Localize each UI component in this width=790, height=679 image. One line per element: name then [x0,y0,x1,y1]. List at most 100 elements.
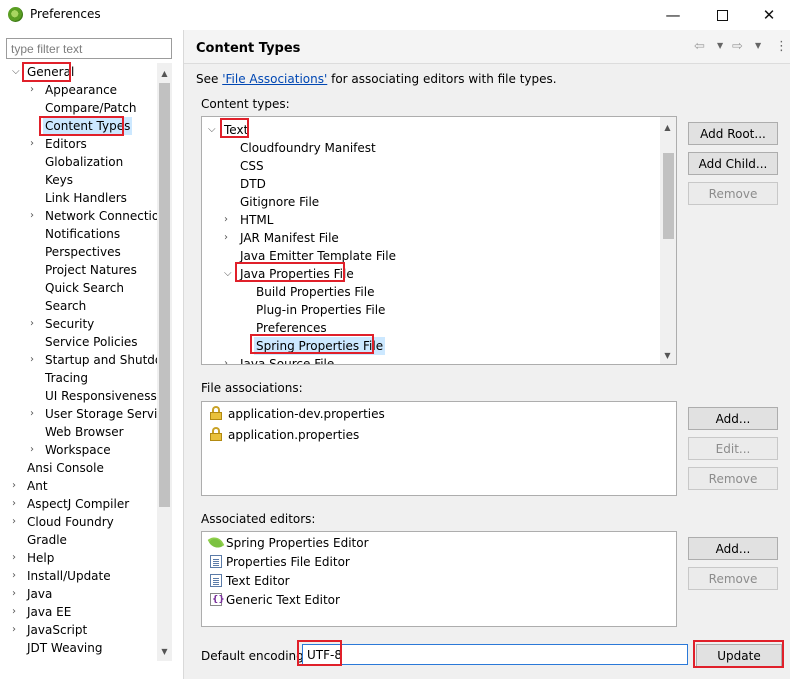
tree-item-label: UI Responsiveness Monitoring [45,389,157,403]
forward-dropdown-icon[interactable]: ▼ [755,41,761,50]
chevron-right-icon[interactable]: › [12,495,16,513]
chevron-right-icon[interactable]: › [12,513,16,531]
filter-input[interactable] [6,38,172,59]
chevron-right-icon[interactable]: › [30,405,34,423]
tree-item-label: Keys [45,173,74,187]
scroll-down-icon[interactable]: ▼ [660,347,675,363]
tree-item-label: Install/Update [27,569,111,583]
page-header: Content Types ⇦ ▼ ⇨ ▼ ⋮ [184,30,790,64]
chevron-right-icon[interactable]: › [30,315,34,333]
remove-file-association-button[interactable]: Remove [688,467,778,490]
editor-item[interactable]: Spring Properties Editor [207,533,369,553]
content-type-label: Gitignore File [240,195,320,209]
generic-editor-icon [210,591,225,610]
chevron-right-icon[interactable]: › [12,621,16,639]
file-associations-list[interactable]: application-dev.properties application.pr… [201,401,677,496]
chevron-down-icon[interactable]: ⌵ [224,265,232,283]
tree-item-label: Workspace [45,443,111,457]
chevron-right-icon[interactable]: › [30,207,34,225]
content-types-scrollbar[interactable]: ▲ ▼ [660,117,676,364]
content-type-label: DTD [240,177,266,191]
file-associations-link[interactable]: 'File Associations' [222,72,327,86]
tree-item-label: Compare/Patch [45,101,137,115]
update-button[interactable]: Update [696,644,782,667]
chevron-right-icon[interactable]: › [224,355,228,364]
tree-item-label: Java [27,587,53,601]
content-type-label: Cloudfoundry Manifest [240,141,376,155]
file-association-item[interactable]: application.properties [210,425,359,445]
chevron-right-icon[interactable]: › [30,441,34,459]
chevron-right-icon[interactable]: › [224,229,228,247]
edit-file-association-button[interactable]: Edit... [688,437,778,460]
scroll-down-icon[interactable]: ▼ [157,643,172,659]
default-encoding-input[interactable] [302,644,688,665]
tree-item-label: Content Types [43,117,133,135]
chevron-right-icon[interactable]: › [12,603,16,621]
scrollbar-thumb[interactable] [663,153,674,239]
content-type-label: Spring Properties File [254,337,386,355]
file-associations-hint: See 'File Associations' for associating … [196,72,557,86]
tree-item-label: Search [45,299,87,313]
tree-item-label: Security [45,317,95,331]
tree-item-label: Tracing [45,371,89,385]
tree-item-label: Help [27,551,55,565]
content-type-label: Java Emitter Template File [240,249,396,263]
content-type-label: HTML [240,213,274,227]
tree-item-label: Project Natures [45,263,137,277]
hint-prefix: See [196,72,223,86]
chevron-right-icon[interactable]: › [12,477,16,495]
chevron-right-icon[interactable]: › [30,135,34,153]
chevron-right-icon[interactable]: › [12,567,16,585]
scroll-up-icon[interactable]: ▲ [157,65,172,81]
back-dropdown-icon[interactable]: ▼ [717,41,723,50]
tree-item-label: Appearance [45,83,118,97]
file-association-label: application-dev.properties [228,407,385,421]
tree-item-label: General [27,65,75,79]
close-button[interactable]: ✕ [746,0,790,30]
chevron-down-icon[interactable]: ⌵ [208,121,216,139]
chevron-right-icon[interactable]: › [12,585,16,603]
content-types-tree[interactable]: › Java Source File Spring Properties File P… [201,116,677,365]
add-child-button[interactable]: Add Child... [688,152,778,175]
page-title: Content Types [196,41,301,56]
back-arrow-icon[interactable]: ⇦ [694,39,705,54]
tree-item-label: User Storage Service [45,407,157,421]
editor-item[interactable]: Generic Text Editor [210,591,340,610]
add-editor-button[interactable]: Add... [688,537,778,560]
tree-item-label: Ant [27,479,48,493]
remove-content-type-button[interactable]: Remove [688,182,778,205]
preferences-navigation: ⌵ General › Appearance Compare/Patch Content … [0,30,180,679]
minimize-button[interactable]: — [650,0,696,30]
tree-item-label: Java EE [27,605,72,619]
tree-item-label: Editors [45,137,87,151]
remove-editor-button[interactable]: Remove [688,567,778,590]
scroll-up-icon[interactable]: ▲ [660,119,675,135]
tree-scrollbar[interactable]: ▲ ▼ [157,63,172,661]
content-type-label: Text [224,123,249,137]
tree-item-label: Network Connections [45,209,157,223]
tree-item-label: Cloud Foundry [27,515,114,529]
chevron-right-icon[interactable]: › [12,549,16,567]
add-file-association-button[interactable]: Add... [688,407,778,430]
chevron-right-icon[interactable]: › [30,81,34,99]
associated-editors-label: Associated editors: [201,512,316,526]
editor-label: Properties File Editor [226,555,350,569]
editor-item[interactable]: Text Editor [210,572,290,591]
associated-editors-list[interactable]: Spring Properties Editor Properties File … [201,531,677,627]
maximize-button[interactable] [699,0,745,30]
content-types-page: Content Types ⇦ ▼ ⇨ ▼ ⋮ See 'File Associ… [183,30,790,679]
tree-item-label: Web Browser [45,425,124,439]
view-menu-icon[interactable]: ⋮ [775,39,788,54]
preferences-tree: ⌵ General › Appearance Compare/Patch Content … [0,63,157,679]
hint-suffix: for associating editors with file types. [327,72,557,86]
tree-item-label: Service Policies [45,335,138,349]
chevron-right-icon[interactable]: › [224,211,228,229]
chevron-right-icon[interactable]: › [30,351,34,369]
scrollbar-thumb[interactable] [159,83,170,507]
file-association-item[interactable]: application-dev.properties [210,404,385,424]
add-root-button[interactable]: Add Root... [688,122,778,145]
forward-arrow-icon[interactable]: ⇨ [732,39,743,54]
chevron-down-icon[interactable]: ⌵ [12,63,20,81]
editor-item[interactable]: Properties File Editor [210,553,350,572]
editor-label: Generic Text Editor [226,593,340,607]
